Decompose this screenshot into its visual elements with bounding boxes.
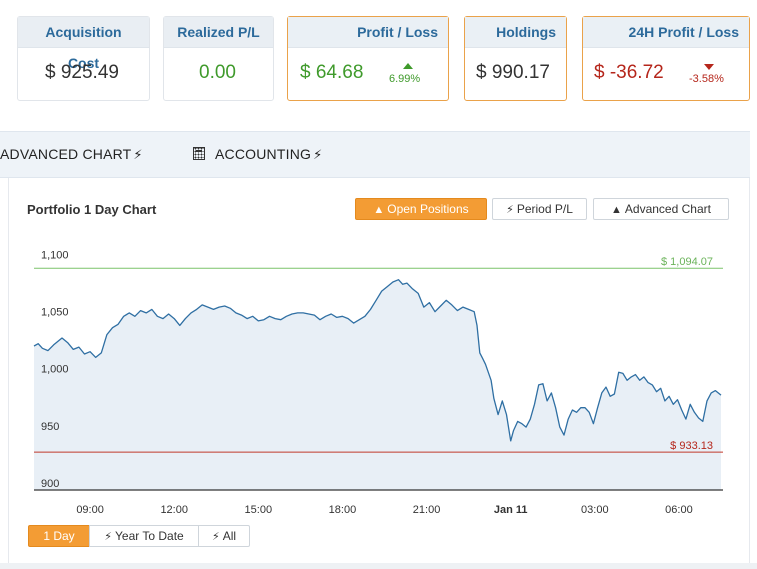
button-label: All <box>222 529 237 543</box>
lightning-icon: ⚡︎ <box>211 531 220 543</box>
x-tick-label: 03:00 <box>581 504 609 516</box>
chart-area-fill <box>34 279 721 490</box>
portfolio-area-chart: $ 1,094.07 $ 933.13 1,100 1,050 1,000 950 900 0… <box>33 249 723 516</box>
button-label: Year To Date <box>115 529 184 543</box>
range-year-to-date-button[interactable]: ⚡︎ Year To Date <box>89 525 199 547</box>
x-tick-label: 09:00 <box>76 504 104 516</box>
y-tick-label: 950 <box>41 421 59 433</box>
range-all-button[interactable]: ⚡︎ All <box>198 525 250 547</box>
x-tick-label: 15:00 <box>245 504 273 516</box>
min-value-label: $ 933.13 <box>670 440 713 452</box>
max-value-label: $ 1,094.07 <box>661 256 713 268</box>
portfolio-page: Acquisition Cost $ 925.49 Realized P/L 0… <box>0 0 757 569</box>
y-tick-label: 1,000 <box>41 364 69 376</box>
x-tick-label: 18:00 <box>329 504 357 516</box>
y-tick-label: 900 <box>41 478 59 490</box>
x-tick-label: 06:00 <box>665 504 693 516</box>
lightning-icon: ⚡︎ <box>104 531 112 543</box>
x-tick-label: Jan 11 <box>494 504 528 516</box>
range-1-day-button[interactable]: 1 Day <box>28 525 90 547</box>
button-label: 1 Day <box>43 529 75 543</box>
x-tick-label: 21:00 <box>413 504 441 516</box>
y-tick-label: 1,050 <box>41 307 69 319</box>
y-tick-label: 1,100 <box>41 249 69 261</box>
x-tick-label: 12:00 <box>160 504 188 516</box>
